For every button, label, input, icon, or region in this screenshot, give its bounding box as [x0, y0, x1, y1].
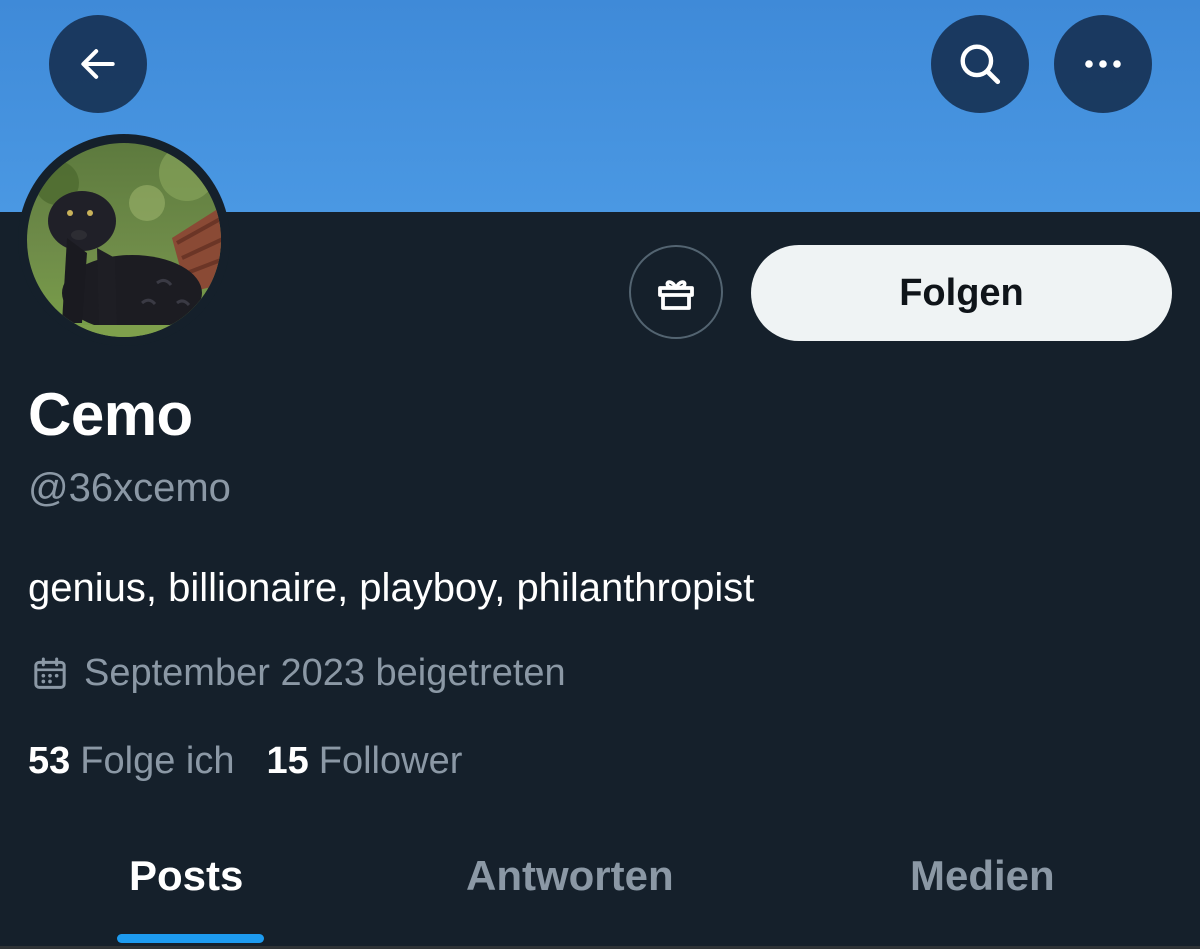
follow-stats: 53 Folge ich 15 Follower	[28, 740, 494, 783]
gift-icon	[658, 280, 694, 310]
following-label: Folge ich	[80, 740, 235, 782]
back-button[interactable]	[49, 15, 147, 113]
followers-count: 15	[266, 740, 309, 782]
more-horizontal-icon	[1085, 60, 1121, 68]
search-button[interactable]	[931, 15, 1029, 113]
join-date: September 2023 beigetreten	[30, 652, 566, 695]
follow-button[interactable]: Folgen	[751, 245, 1172, 341]
calendar-icon	[30, 654, 70, 694]
search-icon	[960, 44, 1001, 85]
tab-media[interactable]: Medien	[910, 852, 1055, 900]
followers-link[interactable]: 15 Follower	[266, 740, 462, 783]
user-handle: @36xcemo	[28, 466, 231, 510]
following-link[interactable]: 53 Folge ich	[28, 740, 234, 783]
gift-button[interactable]	[629, 245, 723, 339]
active-tab-indicator	[117, 934, 264, 943]
more-options-button[interactable]	[1054, 15, 1152, 113]
profile-bio: genius, billionaire, playboy, philanthro…	[28, 566, 755, 610]
join-date-text: September 2023 beigetreten	[84, 652, 566, 694]
arrow-left-icon	[81, 49, 115, 79]
avatar-image	[27, 143, 221, 337]
avatar[interactable]	[18, 134, 230, 346]
followers-label: Follower	[318, 740, 463, 782]
tab-replies[interactable]: Antworten	[466, 852, 674, 900]
tab-posts[interactable]: Posts	[129, 852, 243, 900]
display-name: Cemo	[28, 381, 193, 448]
following-count: 53	[28, 740, 71, 782]
